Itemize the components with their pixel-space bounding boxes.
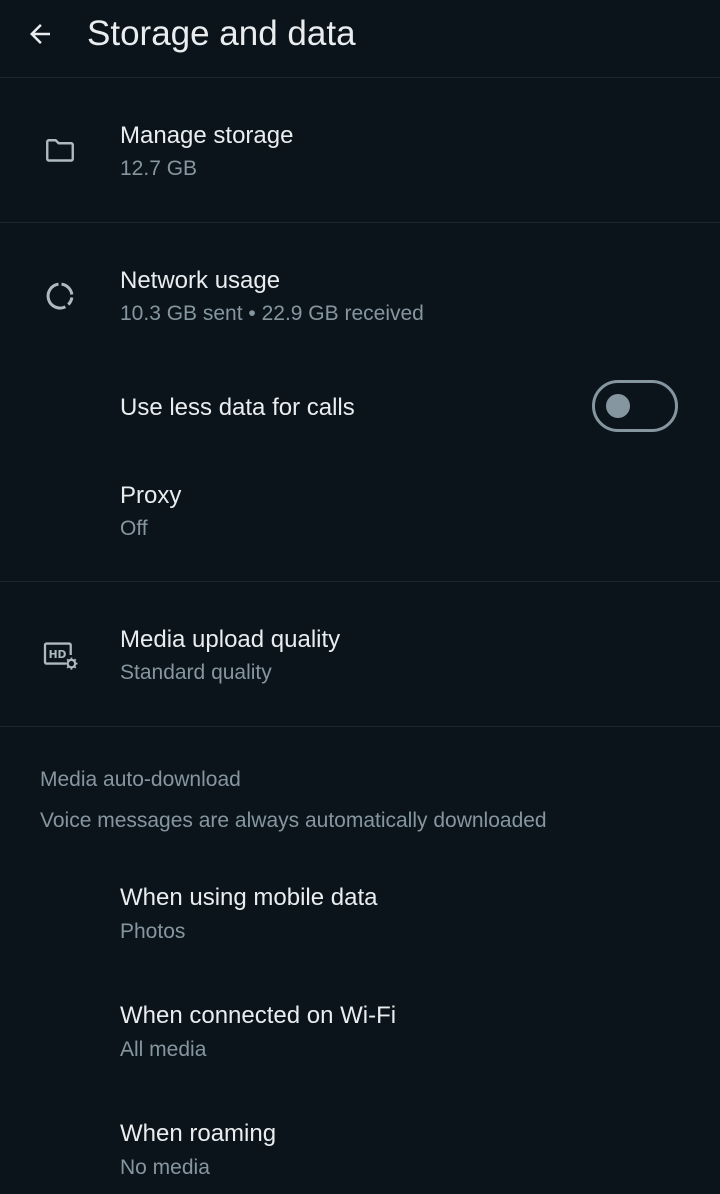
wifi-value: All media [120,1038,207,1061]
proxy-item[interactable]: Proxy Off [0,462,720,580]
mobile-data-title: When using mobile data [120,884,378,911]
wifi-title: When connected on Wi-Fi [120,1002,397,1029]
svg-text:HD: HD [49,648,67,661]
network-usage-title: Network usage [120,267,281,294]
auto-download-wifi-item[interactable]: When connected on Wi-Fi All media [0,980,720,1098]
app-bar: Storage and data [0,0,720,72]
media-upload-quality-item[interactable]: HD Media upload quality Standard quality [0,582,720,726]
manage-storage-title: Manage storage [120,122,294,149]
folder-icon [38,128,82,172]
manage-storage-size: 12.7 GB [120,157,198,180]
less-data-calls-item[interactable]: Use less data for calls [0,358,720,458]
auto-download-note: Voice messages are always automatically … [40,809,547,832]
hd-settings-icon: HD [38,633,82,677]
auto-download-roaming-item[interactable]: When roaming No media [0,1098,720,1194]
toggle-knob [606,394,630,418]
network-usage-item[interactable]: Network usage 10.3 GB sent • 22.9 GB rec… [0,223,720,349]
data-usage-icon [38,274,82,318]
page-title: Storage and data [87,14,356,53]
proxy-status: Off [120,517,148,540]
mobile-data-value: Photos [120,920,186,943]
less-data-calls-toggle[interactable] [592,380,678,432]
less-data-calls-title: Use less data for calls [120,394,355,421]
manage-storage-item[interactable]: Manage storage 12.7 GB [0,78,720,222]
divider [0,726,720,727]
roaming-title: When roaming [120,1120,277,1147]
auto-download-mobile-data-item[interactable]: When using mobile data Photos [0,862,720,980]
auto-download-header: Media auto-download [40,768,241,791]
network-usage-stats: 10.3 GB sent • 22.9 GB received [120,302,424,325]
back-button[interactable] [18,12,62,56]
arrow-left-icon [30,24,50,44]
media-upload-quality-title: Media upload quality [120,626,341,653]
roaming-value: No media [120,1156,210,1179]
proxy-title: Proxy [120,482,182,509]
media-upload-quality-value: Standard quality [120,661,272,684]
